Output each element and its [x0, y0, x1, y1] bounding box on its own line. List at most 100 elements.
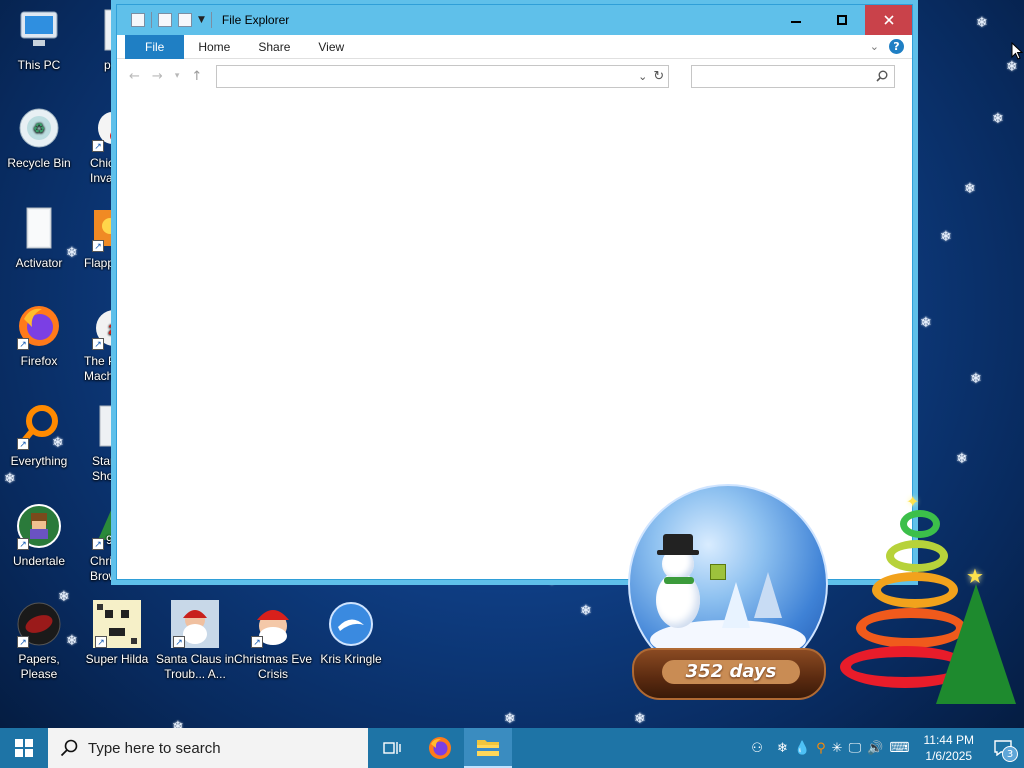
minimize-button[interactable] [773, 5, 819, 35]
clock[interactable]: 11:44 PM 1/6/2025 [916, 732, 982, 764]
new-folder-icon[interactable] [178, 13, 192, 27]
up-arrow-icon[interactable]: ↑ [191, 69, 202, 84]
desktop-icon-activator[interactable]: Activator [0, 204, 78, 271]
taskbar-search-box[interactable]: Type here to search [48, 728, 368, 768]
system-tray: ⚇ ❄ 💧 ⚲ ✳ 🖵 🔊 ⌨ 11:44 PM 1/6/2025 3 [743, 728, 1024, 768]
keyboard-icon[interactable]: ⌨ [889, 740, 909, 756]
file-explorer-window[interactable]: ▼ File Explorer File Home Share View ⌄ ?… [116, 4, 913, 580]
taskbar-search-placeholder: Type here to search [88, 739, 221, 757]
desktop-icon-this-pc[interactable]: This PC [0, 6, 78, 73]
snow-tray-icon[interactable]: ❄ [777, 741, 788, 756]
snowflake-icon: ❄ [920, 315, 932, 331]
mouse-cursor-icon [1011, 42, 1023, 60]
toolbar-divider [151, 12, 152, 28]
forward-arrow-icon[interactable]: → [152, 69, 163, 84]
hat-brim [657, 550, 699, 555]
snowflake-icon: ❄ [504, 711, 516, 727]
clock-time: 11:44 PM [923, 733, 974, 747]
address-input[interactable] [221, 66, 633, 86]
desktop-icon-firefox[interactable]: ↗ Firefox [0, 302, 78, 369]
desktop-icon-super-hilda[interactable]: ↗ Super Hilda [78, 600, 156, 667]
desktop-icon-label: Recycle Bin [7, 156, 71, 170]
desktop-icon-undertale[interactable]: ↗ Undertale [0, 502, 78, 569]
folder-icon [90, 402, 118, 450]
christmas-eve-crisis-icon: ↗ [249, 600, 297, 648]
desktop-icon-the-po-machi[interactable]: 20 ↗ The Po Machi [82, 302, 118, 384]
desktop-icon-label: Chic Invac [90, 156, 118, 185]
taskbar: Type here to search ⚇ ❄ 💧 ⚲ ✳ 🖵 🔊 ⌨ 11:4… [0, 728, 1024, 768]
tab-share[interactable]: Share [244, 35, 304, 59]
desktop-icon-recycle-bin[interactable]: ♻ Recycle Bin [0, 104, 78, 171]
star-icon: ✦ [906, 492, 920, 511]
desktop-icon-christmas-browser[interactable]: 9 ↗ Chris Brow [82, 502, 118, 584]
expand-ribbon-icon[interactable]: ⌄ [870, 40, 879, 53]
search-icon [876, 70, 888, 82]
desktop-icon-everything[interactable]: ↗ Everything [0, 402, 78, 469]
gift-icon [710, 564, 726, 580]
firefox-icon: ↗ [15, 302, 63, 350]
desktop-icon-papers-please[interactable]: ↗ Papers, Please [0, 600, 78, 682]
taskbar-firefox-button[interactable] [416, 728, 464, 768]
people-icon[interactable]: ⚇ [743, 741, 771, 756]
content-area[interactable] [117, 93, 912, 579]
search-input[interactable] [696, 66, 877, 86]
ribbon-right-controls: ⌄ ? [870, 39, 912, 54]
desktop-icon-flappy[interactable]: ↗ Flappy [82, 204, 118, 271]
desktop-icon-label: Chris Brow [90, 554, 118, 583]
drop-tray-icon[interactable]: 💧 [794, 741, 810, 756]
desktop-icon-label: Flappy [84, 256, 118, 270]
checkmark-icon[interactable] [158, 13, 172, 27]
title-bar[interactable]: ▼ File Explorer [117, 5, 912, 35]
desktop-icon-label: Start Shop [92, 454, 118, 483]
tab-home[interactable]: Home [184, 35, 244, 59]
help-icon[interactable]: ? [889, 39, 904, 54]
taskbar-file-explorer-button[interactable] [464, 728, 512, 768]
notification-count-badge: 3 [1002, 746, 1018, 762]
windows-logo-icon [15, 739, 33, 757]
recent-locations-dropdown-icon[interactable]: ▾ [175, 71, 180, 81]
tab-view[interactable]: View [304, 35, 358, 59]
days-countdown: 352 days [662, 660, 800, 684]
svg-text:9: 9 [106, 533, 113, 547]
shortcut-arrow-icon: ↗ [92, 140, 104, 152]
santa-claus-icon: ↗ [171, 600, 219, 648]
snowflake-icon: ❄ [1006, 59, 1018, 75]
address-dropdown-icon[interactable]: ⌄ [638, 70, 647, 83]
snowflake-tray-icon[interactable]: ✳ [832, 741, 843, 756]
properties-icon[interactable] [131, 13, 145, 27]
close-button[interactable] [865, 5, 912, 35]
shortcut-arrow-icon: ↗ [92, 538, 104, 550]
spiral-ring [886, 540, 948, 572]
navigation-bar: ← → ▾ ↑ ⌄ ↻ [117, 59, 912, 93]
task-view-button[interactable] [368, 728, 416, 768]
address-bar[interactable]: ⌄ ↻ [216, 64, 670, 88]
back-arrow-icon[interactable]: ← [129, 69, 140, 84]
scarf-icon [664, 577, 694, 584]
tab-file[interactable]: File [125, 34, 185, 59]
desktop-icon-start-shop[interactable]: Start Shop [82, 402, 118, 484]
desktop-icon-kris-kringle[interactable]: Kris Kringle [312, 600, 390, 667]
shortcut-arrow-icon: ↗ [92, 338, 104, 350]
start-button[interactable] [0, 728, 48, 768]
desktop-icon-christmas-eve-crisis[interactable]: ↗ Christmas Eve Crisis [234, 600, 312, 682]
action-center-button[interactable]: 3 [988, 728, 1018, 768]
search-box[interactable] [691, 64, 896, 88]
desktop-icon-chicken-invaders[interactable]: ↗ Chic Invac [82, 104, 118, 186]
folder-icon [477, 740, 499, 756]
firefox-icon [429, 737, 451, 759]
everything-search-icon: ↗ [15, 402, 63, 450]
refresh-icon[interactable]: ↻ [653, 69, 664, 84]
recycle-bin-icon: ♻ [15, 104, 63, 152]
customize-dropdown-icon[interactable]: ▼ [198, 15, 205, 25]
desktop-icon-santa-claus-in-trouble[interactable]: ↗ Santa Claus in Troub... A... [156, 600, 234, 682]
kris-kringle-icon [327, 600, 375, 648]
desktop-icon-label: Christmas Eve Crisis [234, 652, 313, 681]
desktop-icon-label: This PC [17, 58, 61, 72]
everything-search-icon[interactable]: ⚲ [816, 741, 826, 756]
volume-icon[interactable]: 🔊 [867, 741, 883, 756]
network-icon[interactable]: 🖵 [849, 741, 862, 756]
shortcut-arrow-icon: ↗ [17, 538, 29, 550]
task-view-icon [383, 742, 401, 754]
maximize-button[interactable] [819, 5, 865, 35]
snowflake-icon: ❄ [970, 371, 982, 387]
